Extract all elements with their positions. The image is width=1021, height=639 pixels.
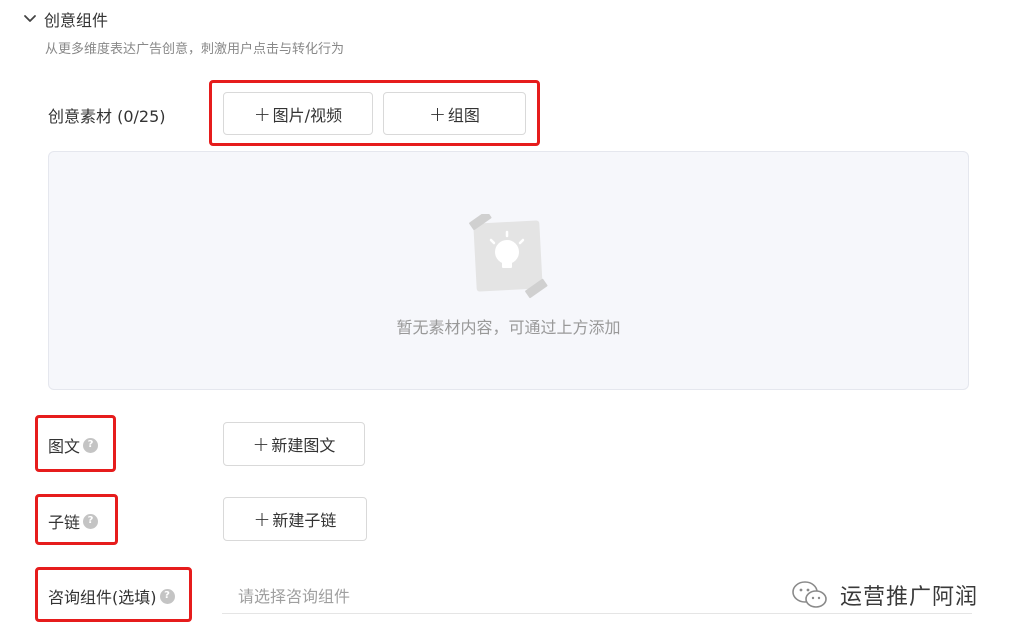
watermark: 运营推广阿润 [790, 578, 978, 612]
help-icon[interactable]: ? [159, 588, 175, 604]
plus-icon: + [253, 101, 271, 126]
chevron-down-icon [24, 15, 36, 22]
add-media-label: 图片/视频 [272, 105, 343, 125]
add-media-button[interactable]: + 图片/视频 [223, 92, 373, 135]
new-sublink-label: 新建子链 [272, 511, 337, 530]
plus-icon: + [429, 101, 446, 126]
wechat-icon [792, 581, 827, 608]
section-toggle[interactable]: 创意组件 [22, 6, 108, 32]
sublink-label-text: 子链 [48, 513, 81, 532]
consult-label-text: 咨询组件(选填) [48, 588, 157, 607]
watermark-text: 运营推广阿润 [840, 585, 979, 610]
image-text-label: 图文 ? [48, 433, 99, 457]
sublink-label: 子链 ? [48, 509, 99, 533]
section-title: 创意组件 [44, 11, 109, 30]
lightbulb-empty-icon [469, 214, 548, 299]
creative-material-label: 创意素材 (0/25) [48, 107, 166, 126]
plus-icon: + [252, 432, 270, 456]
material-empty-state: 暂无素材内容，可通过上方添加 [48, 151, 969, 390]
add-group-image-button[interactable]: + 组图 [383, 92, 526, 135]
new-image-text-button[interactable]: + 新建图文 [223, 422, 365, 466]
help-icon[interactable]: ? [83, 513, 99, 529]
new-image-text-label: 新建图文 [271, 436, 336, 455]
add-group-label: 组图 [447, 105, 480, 125]
plus-icon: + [253, 507, 271, 531]
section-description: 从更多维度表达广告创意，刺激用户点击与转化行为 [45, 42, 345, 57]
consult-label: 咨询组件(选填) ? [48, 584, 175, 608]
empty-state-text: 暂无素材内容，可通过上方添加 [396, 318, 621, 337]
consult-placeholder: 请选择咨询组件 [238, 586, 351, 606]
image-text-label-text: 图文 [48, 437, 81, 456]
help-icon[interactable]: ? [83, 437, 99, 453]
new-sublink-button[interactable]: + 新建子链 [223, 497, 367, 541]
